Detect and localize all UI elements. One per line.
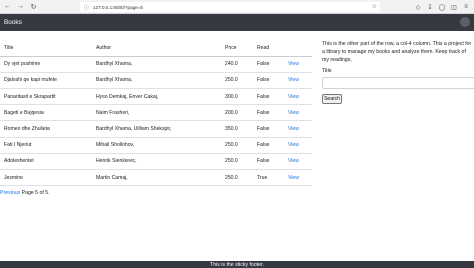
table-row: Adoleshentet Henrik Sienkievic, 250.0 Fa…: [0, 153, 312, 171]
cell-price: 250.0: [225, 137, 257, 154]
table-row: Djaloshi qe kapi mufete Bardhyl Xhama, 2…: [0, 72, 312, 90]
back-arrow-icon[interactable]: ←: [2, 1, 13, 12]
bookmark-star-icon[interactable]: ☆: [372, 3, 377, 10]
cell-read: False: [257, 56, 288, 73]
view-link[interactable]: View: [288, 158, 299, 164]
cell-read: False: [257, 88, 288, 106]
cell-read: False: [257, 137, 288, 154]
column-header-author: Author: [96, 40, 225, 57]
project-description: This is the other part of the row, a col…: [322, 41, 472, 63]
cell-price: 300.0: [225, 88, 257, 106]
app-navbar: Books: [0, 14, 474, 31]
sticky-footer: This is the sticky footer.: [0, 261, 474, 268]
navbar-brand[interactable]: Books: [4, 19, 22, 26]
cell-read: False: [257, 72, 288, 90]
reload-icon[interactable]: ↻: [28, 1, 39, 12]
cell-author: Mihail Shollohov,: [96, 137, 225, 154]
page-status: Page 5 of 5.: [20, 190, 50, 196]
table-row: Bageti e Bujqesia Naim Frasheri, 200.0 F…: [0, 104, 312, 122]
user-avatar[interactable]: [460, 17, 470, 27]
cell-title: Dy vjet pushime: [0, 56, 96, 73]
cell-price: 250.0: [225, 72, 257, 90]
cell-author: Martin Camaj,: [96, 169, 225, 187]
cell-author: Hyso Demkaj, Enver Cakaj,: [96, 88, 225, 106]
address-bar[interactable]: ⓘ 127.0.0.1:8000/?page=5 ☆: [80, 2, 380, 12]
cell-price: 250.0: [225, 169, 257, 187]
cell-price: 350.0: [225, 120, 257, 138]
table-row: Jesmine Martin Camaj, 250.0 True View: [0, 169, 312, 187]
account-icon[interactable]: ◯: [438, 2, 446, 12]
cell-title: Djaloshi qe kapi mufete: [0, 72, 96, 90]
previous-page-link[interactable]: Previous: [0, 190, 20, 196]
browser-toolbar: ← → ↻ ⓘ 127.0.0.1:8000/?page=5 ☆ ◇ ↧ ◯ ◫…: [0, 0, 474, 14]
cell-title: Romeo dhe Zhulieta: [0, 120, 96, 138]
view-link[interactable]: View: [288, 94, 299, 100]
footer-text: This is the sticky footer.: [210, 261, 264, 268]
books-table: Title Author Price Read Dy vjet pushime …: [0, 40, 312, 187]
view-link[interactable]: View: [288, 77, 299, 83]
menu-icon[interactable]: ≡: [462, 2, 470, 12]
downloads-icon[interactable]: ↧: [426, 2, 434, 12]
cell-read: True: [257, 169, 288, 187]
cell-author: Bardhyl Xhama,: [96, 72, 225, 90]
cell-read: False: [257, 153, 288, 171]
title-search-input[interactable]: [322, 77, 474, 89]
cell-title: Bageti e Bujqesia: [0, 104, 96, 122]
cell-author: Naim Frasheri,: [96, 104, 225, 122]
cell-price: 250.0: [225, 153, 257, 171]
column-header-read: Read: [257, 40, 288, 57]
table-row: Fati I Njeriut Mihail Shollohov, 250.0 F…: [0, 137, 312, 154]
table-row: Romeo dhe Zhulieta Bardhyl Xhama, Uillia…: [0, 120, 312, 138]
search-button[interactable]: Search: [322, 94, 342, 104]
table-row: Dy vjet pushime Bardhyl Xhama, 240.0 Fal…: [0, 56, 312, 73]
cell-read: False: [257, 120, 288, 138]
table-header-row: Title Author Price Read: [0, 40, 312, 57]
extensions-puzzle-icon[interactable]: ◫: [450, 2, 458, 12]
column-header-price: Price: [225, 40, 257, 57]
cell-price: 240.0: [225, 56, 257, 73]
title-field-label: Title: [322, 68, 332, 74]
sidebar-column: This is the other part of the row, a col…: [322, 40, 474, 104]
browser-actions: ◇ ↧ ◯ ◫ ≡: [414, 2, 470, 12]
cell-title: Fati I Njeriut: [0, 137, 96, 154]
cell-title: Adoleshentet: [0, 153, 96, 171]
cell-read: False: [257, 104, 288, 122]
cell-title: Panaritasit e Skrapartit: [0, 88, 96, 106]
view-link[interactable]: View: [288, 61, 299, 67]
cell-author: Henrik Sienkievic,: [96, 153, 225, 171]
view-link[interactable]: View: [288, 142, 299, 148]
cell-author: Bardhyl Xhama, Uilliam Shekspir,: [96, 120, 225, 138]
column-header-title: Title: [0, 40, 96, 57]
forward-arrow-icon[interactable]: →: [15, 1, 26, 12]
cell-price: 200.0: [225, 104, 257, 122]
info-icon[interactable]: ⓘ: [84, 4, 90, 11]
table-row: Panaritasit e Skrapartit Hyso Demkaj, En…: [0, 88, 312, 106]
view-link[interactable]: View: [288, 110, 299, 116]
column-header-action: [288, 40, 312, 57]
extensions-icon[interactable]: ◇: [414, 2, 422, 12]
cell-author: Bardhyl Xhama,: [96, 56, 225, 73]
view-link[interactable]: View: [288, 175, 299, 181]
address-bar-url: 127.0.0.1:8000/?page=5: [93, 4, 143, 10]
view-link[interactable]: View: [288, 126, 299, 132]
pagination: Previous Page 5 of 5.: [0, 190, 50, 196]
cell-title: Jesmine: [0, 169, 96, 187]
